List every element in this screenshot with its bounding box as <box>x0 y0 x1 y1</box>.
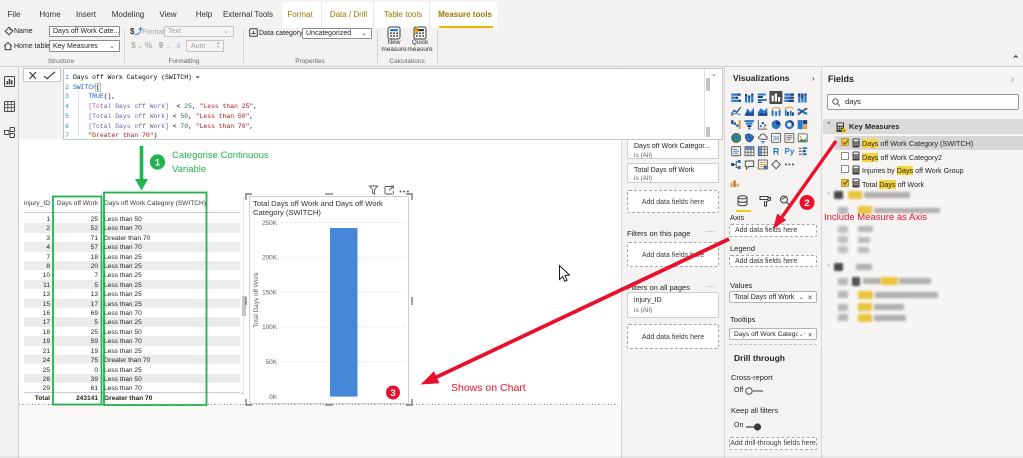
svg-text:38: 38 <box>773 136 780 142</box>
svg-text:50K: 50K <box>266 359 278 366</box>
svg-text:250K: 250K <box>262 220 278 227</box>
svg-text:150K: 150K <box>262 289 278 296</box>
svg-text:Py: Py <box>785 147 795 156</box>
svg-text:Total Days off Work: Total Days off Work <box>253 272 260 328</box>
svg-text:0K: 0K <box>269 394 278 401</box>
svg-text:200K: 200K <box>262 255 278 262</box>
svg-text:R: R <box>773 147 780 157</box>
svg-text:100K: 100K <box>262 324 278 331</box>
